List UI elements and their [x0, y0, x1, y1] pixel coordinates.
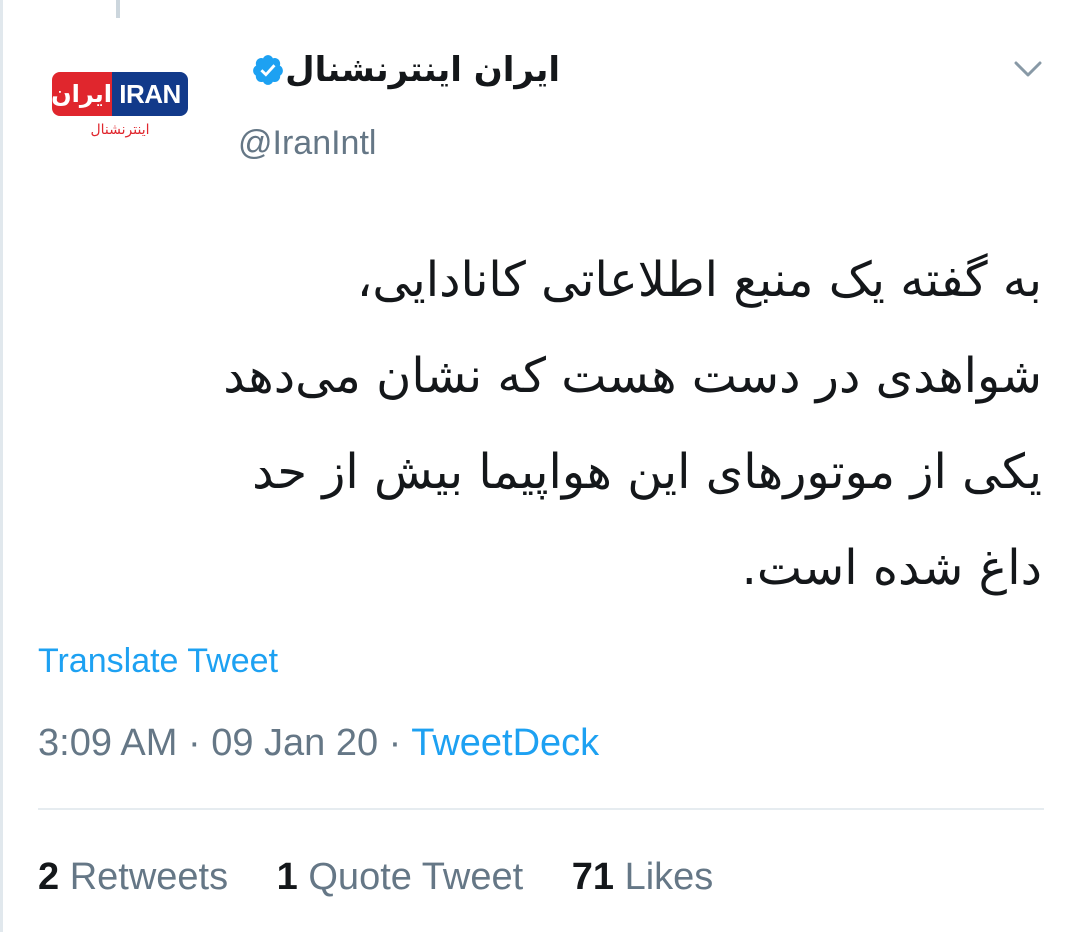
tweet-text: به گفته یک منبع اطلاعاتی کانادایی، شواهد… [82, 232, 1042, 616]
chevron-down-icon[interactable] [1010, 54, 1046, 84]
brand-logo: ایران IRAN [52, 72, 188, 116]
quote-tweets-label: Quote Tweet [308, 856, 524, 898]
likes-stat[interactable]: 71 Likes [572, 856, 714, 899]
logo-english-text: IRAN [112, 72, 188, 116]
translate-tweet-link[interactable]: Translate Tweet [38, 642, 278, 681]
avatar[interactable]: ایران IRAN اینترنشنال [48, 70, 192, 148]
divider [38, 808, 1044, 810]
retweets-count: 2 [38, 856, 60, 898]
likes-label: Likes [624, 856, 714, 898]
logo-subtitle: اینترنشنال [90, 122, 150, 138]
likes-count: 71 [571, 856, 614, 898]
tweet-time[interactable]: 3:09 AM [38, 722, 177, 764]
thread-connector-line [116, 0, 120, 18]
tweet-text-line: داغ شده است. [741, 540, 1042, 596]
account-handle[interactable]: @IranIntl [238, 124, 376, 163]
meta-separator: · [177, 722, 212, 764]
quote-tweets-count: 1 [276, 856, 298, 898]
tweet-source-link[interactable]: TweetDeck [411, 722, 599, 764]
tweet-date[interactable]: 09 Jan 20 [211, 722, 378, 764]
logo-persian-text: ایران [52, 72, 112, 116]
quote-tweets-stat[interactable]: 1 Quote Tweet [277, 856, 523, 899]
retweets-stat[interactable]: 2 Retweets [38, 856, 228, 899]
left-border [0, 0, 3, 932]
meta-separator: · [378, 722, 412, 764]
tweet-text-line: شواهدی در دست هست که نشان می‌دهد [223, 348, 1042, 404]
tweet-text-line: به گفته یک منبع اطلاعاتی کانادایی، [356, 252, 1042, 308]
verified-badge-icon [253, 55, 283, 85]
retweets-label: Retweets [69, 856, 229, 898]
tweet-metadata: 3:09 AM · 09 Jan 20 · TweetDeck [38, 722, 599, 765]
display-name[interactable]: ایران اینترنشنال [285, 50, 560, 90]
tweet-text-line: یکی از موتورهای این هواپیما بیش از حد [252, 444, 1042, 500]
tweet-detail-page: ایران IRAN اینترنشنال ایران اینترنشنال @… [0, 0, 1080, 932]
engagement-stats: 2 Retweets 1 Quote Tweet 71 Likes [38, 856, 751, 899]
display-name-row[interactable]: ایران اینترنشنال [239, 46, 560, 94]
